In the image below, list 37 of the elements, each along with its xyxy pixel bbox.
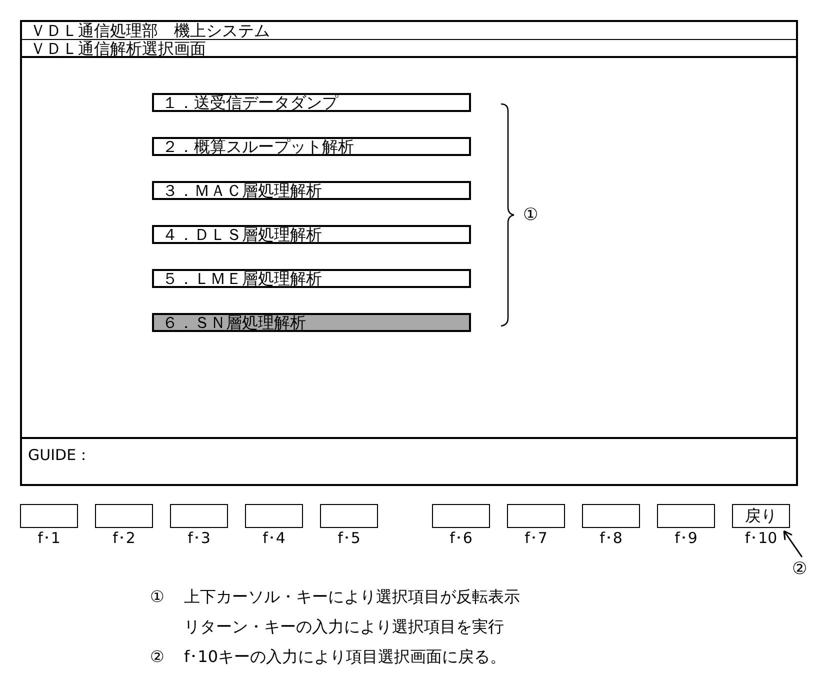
function-key-label: f･5 — [338, 529, 360, 547]
function-key-label: f･10 — [744, 529, 778, 547]
note-text: リターン・キーの入力により選択項目を実行 — [184, 617, 505, 637]
function-key-label: f･6 — [450, 529, 472, 547]
menu-item[interactable]: １．送受信データダンプ — [152, 93, 471, 112]
function-key-button[interactable] — [432, 504, 490, 528]
function-key-label: f･8 — [600, 529, 622, 547]
function-key-label: f･9 — [674, 529, 698, 547]
function-key-label: f･3 — [188, 529, 210, 547]
menu-item[interactable]: ２．概算スループット解析 — [152, 137, 471, 156]
callout-number: ① — [523, 207, 538, 224]
note-marker: ① — [150, 587, 166, 608]
function-key-button[interactable] — [320, 504, 378, 528]
function-key-button[interactable] — [582, 504, 640, 528]
menu-item[interactable]: ３．ＭＡＣ層処理解析 — [152, 181, 471, 200]
screen-title: ＶＤＬ通信解析選択画面 — [22, 40, 796, 58]
function-key-button[interactable] — [95, 504, 153, 528]
leader-arrow — [782, 529, 804, 559]
note-marker: ② — [150, 647, 166, 667]
function-key-label: f･2 — [112, 529, 136, 547]
system-title: ＶＤＬ通信処理部 機上システム — [22, 22, 796, 40]
menu-item[interactable]: ４．ＤＬＳ層処理解析 — [152, 225, 471, 244]
note-text: 上下カーソル・キーにより選択項目が反転表示 — [184, 587, 521, 607]
menu-item[interactable]: ５．ＬＭＥ層処理解析 — [152, 269, 471, 288]
menu-item[interactable]: ６．ＳＮ層処理解析 — [152, 313, 471, 332]
function-key-label: f･1 — [38, 529, 60, 547]
function-key-button[interactable] — [170, 504, 228, 528]
function-key-button[interactable] — [20, 504, 78, 528]
guide-label: GUIDE： — [28, 446, 92, 464]
function-key-label: f･4 — [262, 529, 286, 547]
function-key-button[interactable] — [245, 504, 303, 528]
note-text: f･10キーの入力により項目選択画面に戻る。 — [184, 647, 507, 667]
function-key-button[interactable] — [657, 504, 715, 528]
function-key-button[interactable] — [507, 504, 565, 528]
function-key-button[interactable]: 戻り — [732, 504, 790, 528]
callout-number: ② — [792, 561, 808, 578]
function-key-label: f･7 — [524, 529, 548, 547]
